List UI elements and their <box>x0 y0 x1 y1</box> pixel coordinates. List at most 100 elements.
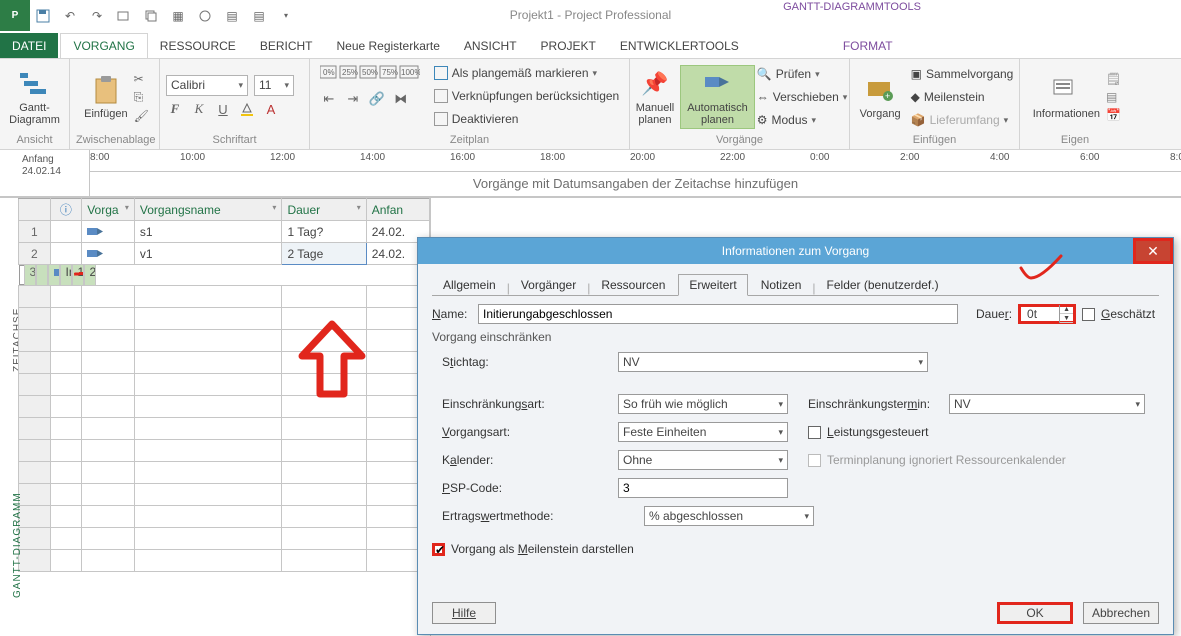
format-painter-icon[interactable]: 🖌 <box>134 109 149 123</box>
help-button[interactable]: Hilfe <box>432 602 496 624</box>
deliverable-icon: 📦 <box>911 113 926 127</box>
tab-bericht[interactable]: BERICHT <box>248 33 325 58</box>
font-name-value: Calibri <box>171 78 205 92</box>
qat-icon[interactable] <box>143 8 159 24</box>
italic-icon[interactable]: K <box>190 100 208 118</box>
notes-icon[interactable]: 🗒 <box>1106 72 1121 86</box>
table-row[interactable]: 1 s1 1 Tag? 24.02. <box>19 221 430 243</box>
add-to-timeline-icon[interactable]: 📅 <box>1106 108 1121 122</box>
paste-button[interactable]: Einfügen <box>80 72 131 122</box>
duration-input[interactable]: 0t ▲▼ <box>1018 304 1076 324</box>
calendar-select[interactable]: Ohne▾ <box>618 450 788 470</box>
constraint-type-select[interactable]: So früh wie möglich▾ <box>618 394 788 414</box>
task-type-select[interactable]: Feste Einheiten▾ <box>618 422 788 442</box>
link-icon[interactable]: 🔗 <box>368 90 386 108</box>
dtab-erweitert[interactable]: Erweitert <box>678 274 747 296</box>
information-button[interactable]: Informationen <box>1029 72 1104 122</box>
indent-outdent[interactable]: ⇤⇥ 🔗 ⧓ <box>320 88 420 110</box>
qat-icon[interactable]: ▦ <box>170 8 186 24</box>
col-start[interactable]: Anfan <box>366 199 429 221</box>
table-row[interactable]: 2 v1 2 Tage 24.02. <box>19 243 430 265</box>
summary-task[interactable]: ▣Sammelvorgang <box>911 63 1014 85</box>
pin-icon: 📌 <box>639 68 671 100</box>
close-button[interactable]: ✕ <box>1133 238 1173 264</box>
group-label-zeitplan: Zeitplan <box>316 132 623 149</box>
qat-icon[interactable]: ▤ <box>251 8 267 24</box>
ok-button[interactable]: OK <box>997 602 1073 624</box>
milestone[interactable]: ◆Meilenstein <box>911 86 1014 108</box>
disable-task[interactable]: Deaktivieren <box>434 108 619 130</box>
wbs-input[interactable] <box>618 478 788 498</box>
tab-custom[interactable]: Neue Registerkarte <box>324 33 451 58</box>
svg-text:25%: 25% <box>342 68 358 77</box>
progress-presets[interactable]: 0% 25% 50% 75% 100% <box>320 62 420 84</box>
estimated-checkbox[interactable] <box>1082 308 1095 321</box>
clipboard-icon <box>90 74 122 106</box>
col-duration[interactable]: Dauer▾ <box>282 199 366 221</box>
dtab-ressourcen[interactable]: Ressourcen <box>590 274 676 296</box>
auto-schedule-button[interactable]: Automatisch planen <box>680 65 755 129</box>
col-rownum[interactable] <box>19 199 51 221</box>
svg-text:50%: 50% <box>362 68 378 77</box>
cut-icon[interactable]: ✂ <box>134 72 149 86</box>
task-grid[interactable]: ⓘ Vorga▾ Vorgangsname▾ Dauer▾ Anfan 1 s1… <box>18 198 431 636</box>
earned-value-label: Ertragswertmethode: <box>442 509 612 523</box>
copy-icon[interactable]: ⎘ <box>134 90 149 105</box>
effort-driven-checkbox[interactable] <box>808 426 821 439</box>
dtab-allgemein[interactable]: Allgemein <box>432 274 507 296</box>
tab-projekt[interactable]: PROJEKT <box>529 33 608 58</box>
table-row-selected[interactable]: 3 Initierungabgeschlo 1 Tag? 24.02. <box>19 265 51 285</box>
qat-icon[interactable]: ▤ <box>224 8 240 24</box>
tab-format[interactable]: FORMAT <box>831 33 905 58</box>
font-name-select[interactable]: Calibri▾ <box>166 75 248 96</box>
tab-ansicht[interactable]: ANSICHT <box>452 33 529 58</box>
col-indicators[interactable]: ⓘ <box>50 199 82 221</box>
group-label-font: Schriftart <box>166 132 303 149</box>
undo-icon[interactable]: ↶ <box>62 8 78 24</box>
fill-color-icon[interactable] <box>238 100 256 118</box>
tab-file[interactable]: DATEI <box>0 33 58 58</box>
qat-icon[interactable] <box>197 8 213 24</box>
redo-icon[interactable]: ↷ <box>89 8 105 24</box>
mode-button[interactable]: ⚙Modus▾ <box>757 109 848 131</box>
timescale-start: Anfang 24.02.14 <box>18 150 90 196</box>
respect-links[interactable]: Verknüpfungen berücksichtigen <box>434 85 619 107</box>
deadline-select[interactable]: NV▾ <box>618 352 928 372</box>
name-input[interactable] <box>478 304 958 324</box>
details-icon[interactable]: ▤ <box>1106 90 1121 104</box>
font-size-select[interactable]: 11▾ <box>254 75 294 96</box>
inspect-button[interactable]: 🔍Prüfen▾ <box>757 63 848 85</box>
bold-icon[interactable]: F <box>166 100 184 118</box>
manual-schedule-button[interactable]: 📌 Manuell planen <box>632 66 679 128</box>
context-tool-title: GANTT-DIAGRAMMTOOLS <box>783 0 921 15</box>
auto-schedule-icon <box>87 248 103 260</box>
move-icon: ⇔ <box>757 90 769 104</box>
dtab-notizen[interactable]: Notizen <box>750 274 813 296</box>
qat-dropdown-icon[interactable]: ▾ <box>278 8 294 24</box>
earned-value-select[interactable]: % abgeschlossen▾ <box>644 506 814 526</box>
deliverable[interactable]: 📦Lieferumfang▾ <box>911 109 1014 131</box>
font-color-icon[interactable]: A <box>262 100 280 118</box>
cancel-button[interactable]: Abbrechen <box>1083 602 1159 624</box>
dtab-vorgaenger[interactable]: Vorgänger <box>510 274 587 296</box>
move-button[interactable]: ⇔Verschieben▾ <box>757 86 848 108</box>
save-icon[interactable] <box>35 8 51 24</box>
mark-on-track[interactable]: Als plangemäß markieren▾ <box>434 62 619 84</box>
col-name[interactable]: Vorgangsname▾ <box>134 199 282 221</box>
unlink-icon[interactable]: ⧓ <box>392 90 410 108</box>
col-mode[interactable]: Vorga▾ <box>82 199 135 221</box>
qat-icon[interactable] <box>116 8 132 24</box>
tab-vorgang[interactable]: VORGANG <box>60 33 147 58</box>
spinner-icon[interactable]: ▲▼ <box>1059 305 1073 323</box>
gantt-diagram-label: GANTT-DIAGRAMM <box>12 492 23 598</box>
underline-icon[interactable]: U <box>214 100 232 118</box>
task-info-dialog: Informationen zum Vorgang ✕ Allgemein | … <box>417 237 1174 635</box>
effort-driven-label: Leistungsgesteuert <box>827 425 928 439</box>
dtab-felder[interactable]: Felder (benutzerdef.) <box>816 274 950 296</box>
constraint-date-select[interactable]: NV▾ <box>949 394 1145 414</box>
insert-task-button[interactable]: + Vorgang <box>856 72 905 122</box>
milestone-checkbox[interactable]: ✔ <box>432 543 445 556</box>
gantt-diagram-button[interactable]: Gantt- Diagramm <box>6 66 63 128</box>
tab-ressource[interactable]: RESSOURCE <box>148 33 248 58</box>
tab-entwickler[interactable]: ENTWICKLERTOOLS <box>608 33 751 58</box>
